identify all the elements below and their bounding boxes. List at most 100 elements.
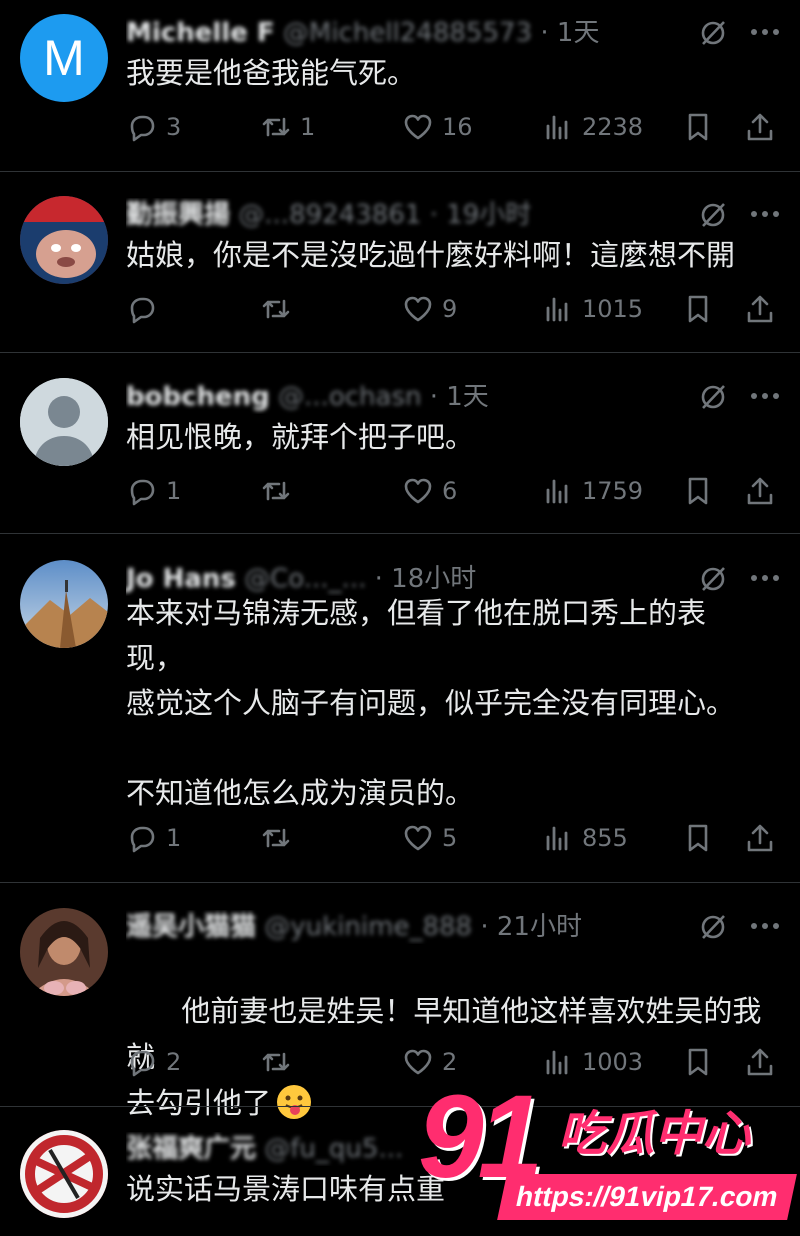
bookmark-icon bbox=[688, 824, 708, 852]
display-name[interactable]: 勤振興揚 bbox=[126, 200, 230, 230]
watermark-brand: 吃瓜中心 bbox=[558, 1106, 751, 1162]
view-count: 1015 bbox=[582, 295, 644, 323]
reply-icon bbox=[130, 826, 155, 853]
divider bbox=[0, 533, 800, 534]
like-icon bbox=[404, 114, 432, 140]
reply-button[interactable]: 1 bbox=[126, 818, 181, 858]
bookmark-button[interactable] bbox=[682, 818, 722, 858]
avatar[interactable] bbox=[20, 196, 108, 284]
user-handle[interactable]: @Michell24885573 bbox=[283, 18, 532, 48]
more-icon[interactable] bbox=[748, 568, 782, 588]
views-button[interactable]: 855 bbox=[542, 818, 628, 858]
display-name[interactable]: bobcheng bbox=[126, 382, 270, 412]
user-handle[interactable]: @Co..._... bbox=[244, 564, 366, 594]
views-button[interactable]: 1015 bbox=[542, 289, 643, 329]
more-icon[interactable] bbox=[748, 916, 782, 936]
grok-icon[interactable] bbox=[698, 200, 728, 230]
views-button[interactable]: 1003 bbox=[542, 1042, 643, 1082]
bookmark-button[interactable] bbox=[682, 471, 722, 511]
share-button[interactable] bbox=[744, 471, 784, 511]
display-name[interactable]: Jo Hans bbox=[126, 564, 236, 594]
retweet-button[interactable] bbox=[260, 1042, 300, 1082]
timestamp[interactable]: 18小时 bbox=[391, 564, 476, 594]
view-count: 2238 bbox=[582, 113, 644, 141]
retweet-button[interactable]: 1 bbox=[260, 107, 315, 147]
like-button[interactable]: 6 bbox=[402, 471, 457, 511]
retweet-button[interactable] bbox=[260, 471, 300, 511]
timestamp[interactable]: 1天 bbox=[446, 382, 489, 412]
timestamp[interactable]: 21小时 bbox=[497, 912, 582, 942]
share-icon bbox=[747, 113, 773, 141]
post-text: 姑娘，你是不是沒吃過什麼好料啊！這麼想不開 bbox=[126, 238, 736, 272]
view-count: 855 bbox=[582, 824, 628, 852]
like-icon bbox=[404, 296, 432, 322]
reply-feed: M Michelle F @Michell24885573 · 1天 我要是他爸… bbox=[0, 0, 800, 1236]
share-button[interactable] bbox=[744, 1042, 784, 1082]
more-icon[interactable] bbox=[748, 22, 782, 42]
post-text: 相见恨晚，就拜个把子吧。 bbox=[126, 420, 475, 454]
grok-icon[interactable] bbox=[698, 18, 728, 48]
more-icon[interactable] bbox=[748, 386, 782, 406]
retweet-icon bbox=[262, 299, 290, 319]
like-button[interactable]: 5 bbox=[402, 818, 457, 858]
post-text: 我要是他爸我能气死。 bbox=[126, 56, 417, 90]
timestamp[interactable]: 1天 bbox=[557, 18, 600, 48]
display-name[interactable]: Michelle F bbox=[126, 18, 275, 48]
reply-count: 2 bbox=[166, 1048, 182, 1076]
grok-icon[interactable] bbox=[698, 382, 728, 412]
like-count: 9 bbox=[442, 295, 458, 323]
grok-icon[interactable] bbox=[698, 912, 728, 942]
view-count: 1003 bbox=[582, 1048, 644, 1076]
reply-button[interactable]: 1 bbox=[126, 471, 181, 511]
grok-icon[interactable] bbox=[698, 564, 728, 594]
user-handle[interactable]: @...89243861 bbox=[238, 200, 421, 230]
retweet-button[interactable] bbox=[260, 818, 300, 858]
watermark-url[interactable]: https://91vip17.com bbox=[497, 1174, 797, 1220]
divider bbox=[0, 171, 800, 172]
display-name[interactable]: 张福爽广元 bbox=[126, 1134, 256, 1164]
bookmark-button[interactable] bbox=[682, 289, 722, 329]
avatar[interactable]: M bbox=[20, 14, 108, 102]
action-bar: 1 5 855 bbox=[126, 818, 786, 858]
reply-icon bbox=[130, 1050, 155, 1077]
divider bbox=[0, 352, 800, 353]
retweet-count: 1 bbox=[300, 113, 316, 141]
like-button[interactable]: 16 bbox=[402, 107, 473, 147]
author-line: 遥吴小猫猫 @yukinime_888 · 21小时 bbox=[126, 912, 582, 942]
retweet-button[interactable] bbox=[260, 289, 300, 329]
like-count: 16 bbox=[442, 113, 473, 141]
timestamp[interactable]: 19小时 bbox=[446, 200, 531, 230]
avatar[interactable] bbox=[20, 908, 108, 996]
views-button[interactable]: 2238 bbox=[542, 107, 643, 147]
user-handle[interactable]: @yukinime_888 bbox=[264, 912, 472, 942]
post-text: 本来对马锦涛无感，但看了他在脱口秀上的表 现， 感觉这个人脑子有问题，似乎完全没… bbox=[126, 596, 736, 810]
avatar-image bbox=[20, 560, 108, 648]
reply-icon bbox=[130, 479, 155, 506]
like-button[interactable]: 9 bbox=[402, 289, 457, 329]
action-bar: 9 1015 bbox=[126, 289, 786, 329]
avatar[interactable] bbox=[20, 560, 108, 648]
more-icon[interactable] bbox=[748, 204, 782, 224]
avatar[interactable] bbox=[20, 378, 108, 466]
bookmark-button[interactable] bbox=[682, 1042, 722, 1082]
share-button[interactable] bbox=[744, 107, 784, 147]
reply-button[interactable]: 2 bbox=[126, 1042, 181, 1082]
display-name[interactable]: 遥吴小猫猫 bbox=[126, 912, 256, 942]
author-line: 勤振興揚 @...89243861 · 19小时 bbox=[126, 200, 532, 230]
reply-count: 3 bbox=[166, 113, 182, 141]
reply-icon bbox=[130, 115, 155, 142]
avatar[interactable] bbox=[20, 1130, 108, 1218]
views-button[interactable]: 1759 bbox=[542, 471, 643, 511]
share-button[interactable] bbox=[744, 818, 784, 858]
retweet-icon bbox=[262, 1052, 290, 1072]
share-button[interactable] bbox=[744, 289, 784, 329]
views-icon bbox=[546, 297, 568, 322]
author-line: bobcheng @...ochasn · 1天 bbox=[126, 382, 489, 412]
reply-button[interactable]: 3 bbox=[126, 107, 181, 147]
action-bar: 3 1 16 2238 bbox=[126, 107, 786, 147]
reply-button[interactable] bbox=[126, 289, 166, 329]
bookmark-button[interactable] bbox=[682, 107, 722, 147]
tongue-emoji-icon bbox=[277, 1085, 312, 1119]
user-handle[interactable]: @...ochasn bbox=[278, 382, 421, 412]
user-handle[interactable]: @fu_qu5... bbox=[264, 1134, 403, 1164]
